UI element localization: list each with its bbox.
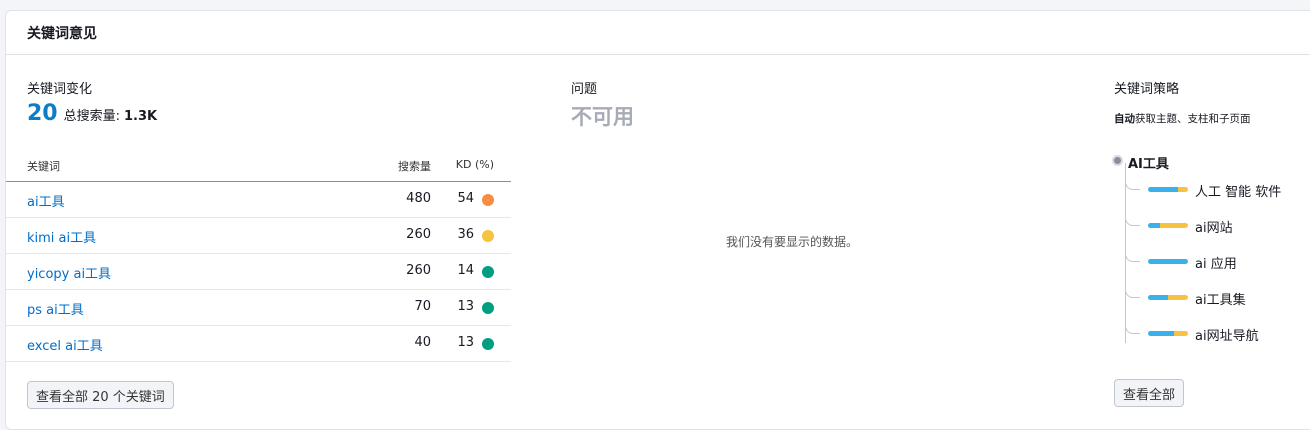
tree-branch-label[interactable]: ai工具集 [1195, 289, 1246, 308]
keyword-kd: 36 [457, 227, 474, 242]
keyword-volume: 480 [406, 191, 431, 206]
keyword-link[interactable]: ps ai工具 [27, 299, 84, 318]
keyword-kd: 14 [457, 263, 474, 278]
kd-indicator-dot-icon [482, 194, 494, 206]
strategy-tree: AI工具 人工 智能 软件 ai网站 ai 应用 ai工具集 ai网址导航 [1114, 151, 1310, 351]
kd-indicator-dot-icon [482, 230, 494, 242]
intent-bar [1148, 223, 1188, 228]
keyword-kd: 54 [457, 191, 474, 206]
keyword-volume: 70 [414, 299, 431, 314]
table-header: 关键词 搜索量 KD (%) [6, 151, 511, 182]
keyword-count: 20 [27, 101, 58, 126]
keyword-variations-title: 关键词变化 [27, 82, 93, 97]
card-title: 关键词意见 [6, 11, 1310, 55]
view-all-keywords-button[interactable]: 查看全部 20 个关键词 [27, 381, 174, 409]
tree-branch: ai网站 [1114, 209, 1310, 237]
column-volume: 搜索量 [398, 160, 431, 173]
keyword-strategy-title: 关键词策略 [1114, 82, 1180, 97]
keyword-kd: 13 [457, 335, 474, 350]
tree-branch: ai 应用 [1114, 245, 1310, 273]
intent-bar [1148, 331, 1188, 336]
keyword-ideas-card: 关键词意见 关键词变化 20 总搜索量: 1.3K 关键词 搜索量 KD (%)… [5, 10, 1310, 430]
tree-branch: 人工 智能 软件 [1114, 173, 1310, 201]
table-row: ps ai工具 70 13 [6, 290, 511, 326]
keyword-link[interactable]: yicopy ai工具 [27, 263, 111, 282]
view-all-strategy-button[interactable]: 查看全部 [1114, 379, 1185, 407]
questions-title: 问题 [571, 82, 598, 97]
tree-connector [1125, 209, 1140, 226]
tree-root-label[interactable]: AI工具 [1128, 153, 1169, 172]
questions-status: 不可用 [571, 105, 634, 129]
tree-branch-label[interactable]: ai网站 [1195, 217, 1233, 236]
tree-root-dot-icon [1114, 157, 1121, 164]
keyword-link[interactable]: ai工具 [27, 191, 65, 210]
keyword-volume: 40 [414, 335, 431, 350]
tree-branch: ai工具集 [1114, 281, 1310, 309]
total-volume-label: 总搜索量: [63, 109, 121, 124]
kd-indicator-dot-icon [482, 338, 494, 350]
tree-connector [1125, 245, 1140, 262]
table-row: excel ai工具 40 13 [6, 326, 511, 362]
desc-bold: 自动 [1114, 113, 1135, 125]
kd-indicator-dot-icon [482, 266, 494, 278]
column-kd: KD (%) [455, 158, 494, 171]
keyword-table: 关键词 搜索量 KD (%) ai工具 480 54 kimi ai工具 260 36 yi… [6, 151, 511, 362]
tree-connector [1125, 173, 1140, 190]
tree-branch-label[interactable]: 人工 智能 软件 [1195, 181, 1281, 200]
total-volume-value: 1.3K [124, 109, 158, 124]
keyword-summary: 20 总搜索量: 1.3K [27, 101, 157, 126]
desc-rest: 获取主题、支柱和子页面 [1135, 113, 1251, 125]
empty-state-message: 我们没有要显示的数据。 [726, 235, 859, 249]
column-keyword: 关键词 [27, 160, 60, 173]
intent-bar [1148, 187, 1188, 192]
tree-connector [1125, 281, 1140, 298]
keyword-kd: 13 [457, 299, 474, 314]
table-row: yicopy ai工具 260 14 [6, 254, 511, 290]
kd-indicator-dot-icon [482, 302, 494, 314]
keyword-strategy-description: 自动获取主题、支柱和子页面 [1114, 111, 1251, 126]
table-row: kimi ai工具 260 36 [6, 218, 511, 254]
tree-connector [1125, 317, 1140, 334]
keyword-link[interactable]: kimi ai工具 [27, 227, 96, 246]
intent-bar [1148, 259, 1188, 264]
keyword-volume: 260 [406, 263, 431, 278]
tree-branch-label[interactable]: ai网址导航 [1195, 325, 1259, 344]
table-row: ai工具 480 54 [6, 182, 511, 218]
tree-branch: ai网址导航 [1114, 317, 1310, 345]
tree-branch-label[interactable]: ai 应用 [1195, 253, 1237, 272]
keyword-link[interactable]: excel ai工具 [27, 335, 103, 354]
intent-bar [1148, 295, 1188, 300]
keyword-volume: 260 [406, 227, 431, 242]
